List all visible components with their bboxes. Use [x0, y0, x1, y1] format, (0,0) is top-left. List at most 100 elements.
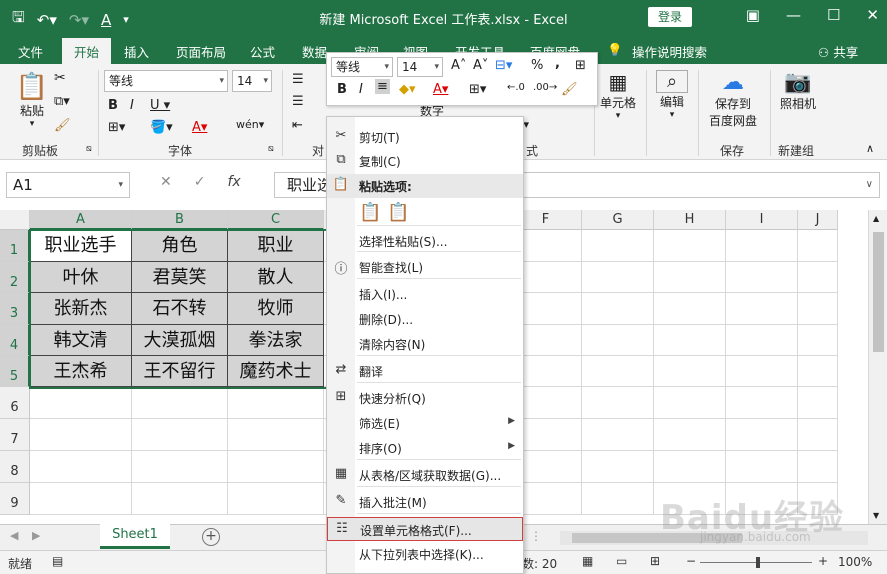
- menu-item-1[interactable]: ⧉ 复制(C): [327, 149, 523, 173]
- mini-border-icon[interactable]: ⊞▾: [469, 82, 486, 97]
- wen-icon[interactable]: wén▾: [236, 118, 264, 131]
- menu-item-5[interactable]: ⓘ 智能查找(L): [327, 255, 523, 279]
- comma-button[interactable]: ,: [555, 56, 560, 71]
- cell-j4[interactable]: [798, 325, 838, 356]
- cell-g4[interactable]: [582, 325, 654, 356]
- tab-insert[interactable]: 插入: [124, 42, 149, 61]
- cell-a7[interactable]: [30, 419, 132, 451]
- scroll-down-icon[interactable]: ▼: [873, 511, 879, 520]
- paste-icon[interactable]: 📋: [359, 202, 381, 223]
- cell-h7[interactable]: [654, 419, 726, 451]
- cell-h1[interactable]: [654, 230, 726, 262]
- cell-a4[interactable]: 韩文清: [30, 325, 132, 356]
- align-top-icon[interactable]: ☰: [292, 72, 304, 87]
- select-all-corner[interactable]: [0, 210, 30, 230]
- row-header-9[interactable]: 9: [0, 483, 30, 515]
- column-header-g[interactable]: G: [582, 210, 654, 230]
- cell-h3[interactable]: [654, 293, 726, 325]
- column-header-b[interactable]: B: [132, 210, 228, 230]
- cell-c5[interactable]: 魔药术士: [228, 356, 324, 387]
- cell-h5[interactable]: [654, 356, 726, 387]
- cell-b8[interactable]: [132, 451, 228, 483]
- macro-record-icon[interactable]: ▤: [52, 554, 63, 568]
- menu-item-12[interactable]: 排序(O) ▶: [327, 436, 523, 460]
- menu-item-6[interactable]: 插入(I)...: [327, 282, 523, 306]
- fill-color-icon[interactable]: 🪣▾: [150, 120, 173, 135]
- cell-g9[interactable]: [582, 483, 654, 515]
- cut-icon[interactable]: ✂: [54, 70, 66, 86]
- row-header-3[interactable]: 3: [0, 293, 30, 325]
- cell-i1[interactable]: [726, 230, 798, 262]
- cell-i8[interactable]: [726, 451, 798, 483]
- cell-c3[interactable]: 牧师: [228, 293, 324, 325]
- row-header-7[interactable]: 7: [0, 419, 30, 451]
- cell-b1[interactable]: 角色: [132, 230, 228, 262]
- menu-item-15[interactable]: ☷ 设置单元格格式(F)...: [327, 517, 523, 541]
- cell-j8[interactable]: [798, 451, 838, 483]
- menu-item-10[interactable]: ⊞ 快速分析(Q): [327, 386, 523, 410]
- zoom-in-icon[interactable]: +: [818, 554, 828, 568]
- zoom-slider-thumb[interactable]: [756, 557, 760, 568]
- menu-item-4[interactable]: 选择性粘贴(S)...: [327, 229, 523, 253]
- font-color-icon[interactable]: A▾: [192, 120, 207, 135]
- decrease-decimal-icon[interactable]: .00→: [533, 82, 557, 93]
- cell-j1[interactable]: [798, 230, 838, 262]
- row-header-4[interactable]: 4: [0, 325, 30, 356]
- paste-button[interactable]: 📋 粘贴 ▾: [14, 72, 50, 129]
- zoom-level[interactable]: 100%: [838, 555, 872, 569]
- tab-split-handle[interactable]: ⋮: [530, 529, 542, 543]
- minimize-icon[interactable]: —: [786, 6, 801, 24]
- cell-a8[interactable]: [30, 451, 132, 483]
- cell-h6[interactable]: [654, 387, 726, 419]
- bold-button[interactable]: B: [108, 98, 118, 113]
- cell-g3[interactable]: [582, 293, 654, 325]
- tab-home[interactable]: 开始: [62, 38, 112, 64]
- column-header-h[interactable]: H: [654, 210, 726, 230]
- dialog-launcher-icon[interactable]: ⧅: [268, 144, 274, 154]
- cell-b5[interactable]: 王不留行: [132, 356, 228, 387]
- cell-i3[interactable]: [726, 293, 798, 325]
- tab-data[interactable]: 数据: [302, 42, 327, 61]
- cell-c6[interactable]: [228, 387, 324, 419]
- underline-button[interactable]: U ▾: [150, 98, 170, 113]
- cell-g2[interactable]: [582, 262, 654, 293]
- cell-c4[interactable]: 拳法家: [228, 325, 324, 356]
- ribbon-display-icon[interactable]: ▣: [746, 6, 760, 24]
- cell-a5[interactable]: 王杰希: [30, 356, 132, 387]
- mini-fill-color-icon[interactable]: ◆▾: [399, 82, 416, 97]
- sheet-tab-sheet1[interactable]: Sheet1: [100, 524, 170, 549]
- prev-sheet-icon[interactable]: ◀: [10, 529, 18, 542]
- enter-icon[interactable]: ✓: [194, 174, 206, 190]
- cell-g8[interactable]: [582, 451, 654, 483]
- cell-a1[interactable]: 职业选手: [30, 230, 132, 262]
- row-header-5[interactable]: 5: [0, 356, 30, 387]
- cell-j3[interactable]: [798, 293, 838, 325]
- zoom-out-icon[interactable]: −: [686, 554, 696, 568]
- row-header-8[interactable]: 8: [0, 451, 30, 483]
- cell-b6[interactable]: [132, 387, 228, 419]
- cell-b7[interactable]: [132, 419, 228, 451]
- cell-i2[interactable]: [726, 262, 798, 293]
- cell-a6[interactable]: [30, 387, 132, 419]
- increase-decimal-icon[interactable]: ←.0: [507, 82, 525, 93]
- menu-item-16[interactable]: 从下拉列表中选择(K)...: [327, 542, 523, 566]
- row-header-2[interactable]: 2: [0, 262, 30, 293]
- camera-button[interactable]: 📷 照相机: [778, 70, 818, 112]
- vertical-scroll-thumb[interactable]: [873, 232, 884, 352]
- column-header-i[interactable]: I: [726, 210, 798, 230]
- cancel-icon[interactable]: ✕: [160, 174, 172, 190]
- cell-b3[interactable]: 石不转: [132, 293, 228, 325]
- cell-b2[interactable]: 君莫笑: [132, 262, 228, 293]
- merge-icon[interactable]: ⊞: [575, 58, 586, 73]
- mini-format-painter-icon[interactable]: 🖌: [561, 82, 578, 97]
- percent-button[interactable]: %: [531, 58, 543, 73]
- name-box[interactable]: A1 ▾: [6, 172, 130, 198]
- cell-c9[interactable]: [228, 483, 324, 515]
- row-header-1[interactable]: 1: [0, 230, 30, 262]
- tab-file[interactable]: 文件: [18, 42, 43, 61]
- mini-size-select[interactable]: 14 ▾: [397, 57, 443, 77]
- menu-item-13[interactable]: ▦ 从表格/区域获取数据(G)...: [327, 463, 523, 487]
- paste-values-icon[interactable]: 📋: [387, 202, 409, 223]
- cell-g1[interactable]: [582, 230, 654, 262]
- italic-button[interactable]: I: [130, 98, 134, 113]
